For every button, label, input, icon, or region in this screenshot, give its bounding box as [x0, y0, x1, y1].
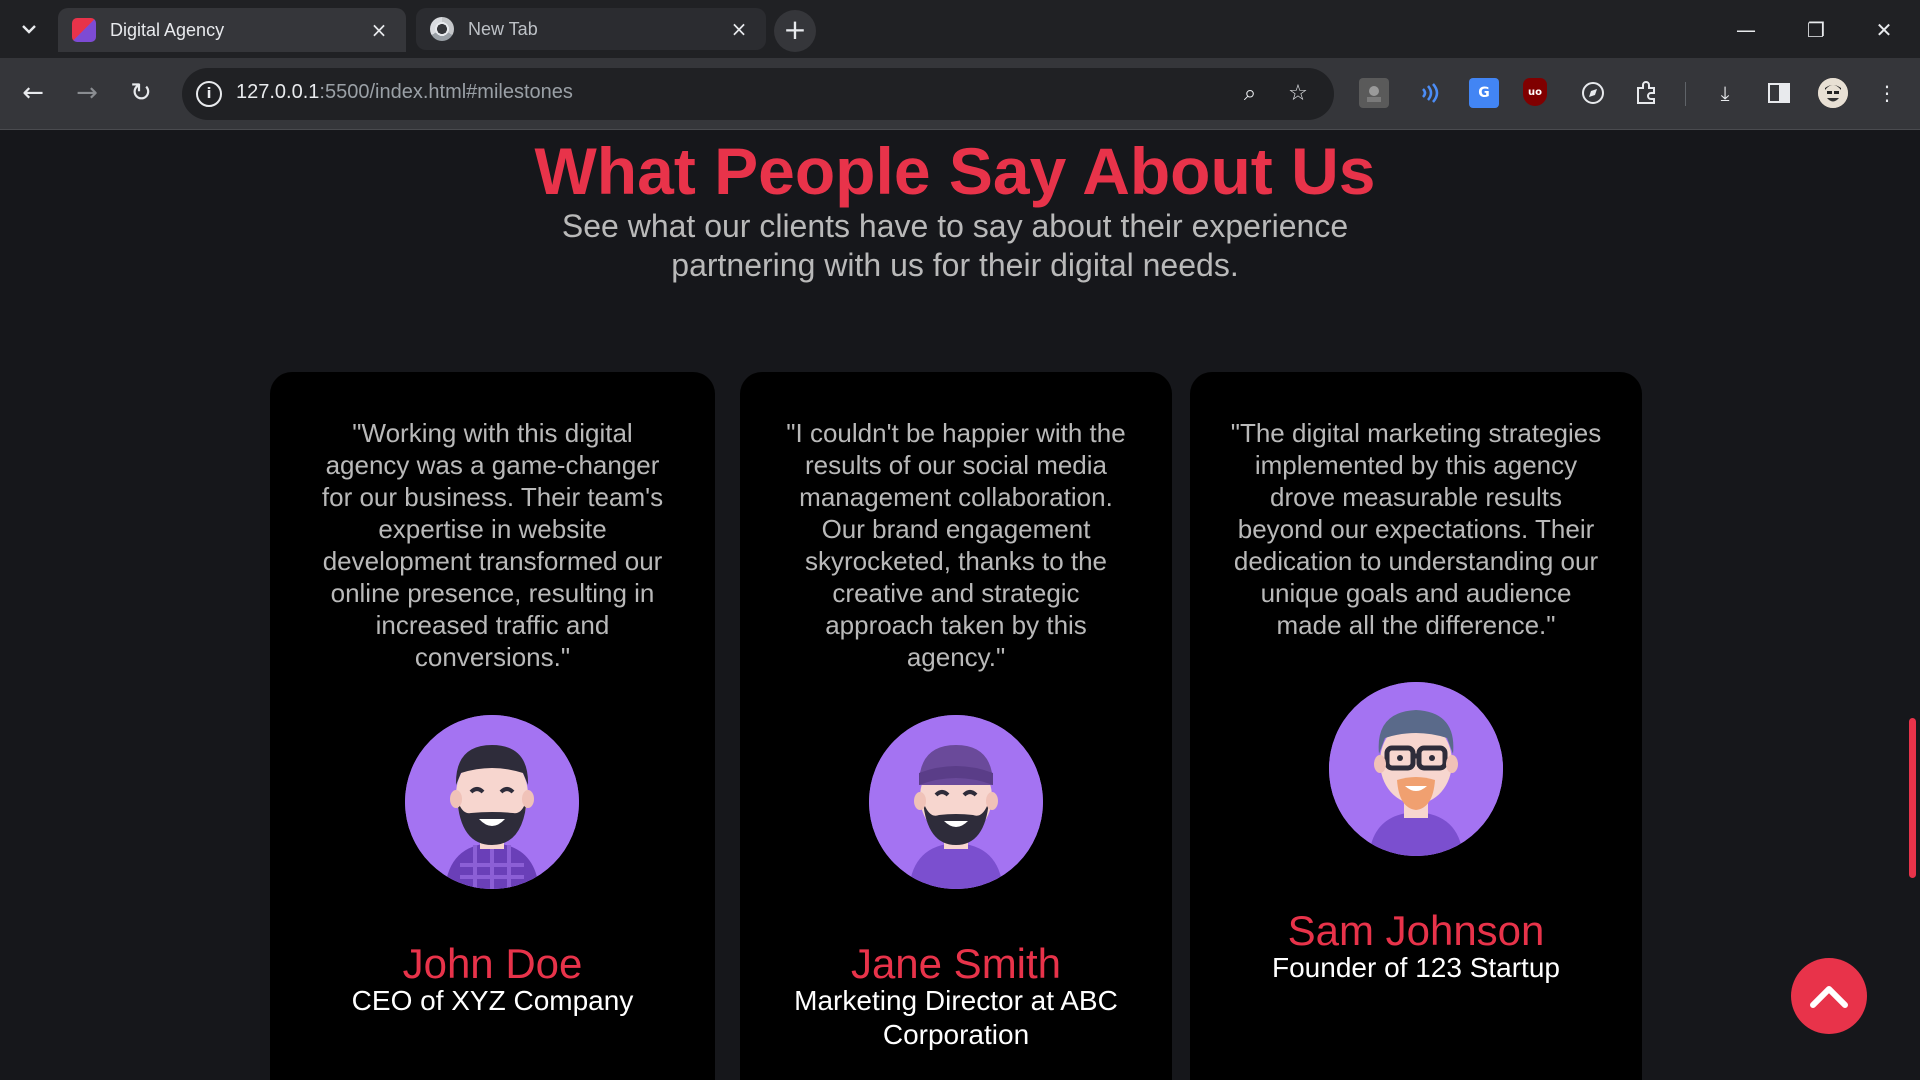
section-title: What People Say About Us [534, 134, 1376, 208]
wifi-signal-icon[interactable] [1414, 78, 1444, 108]
close-tab-icon[interactable]: × [726, 17, 752, 41]
page-scrollbar-thumb[interactable] [1909, 718, 1916, 878]
avatar-bearded-man [405, 715, 579, 889]
testimonial-quote: "I couldn't be happier with the results … [786, 418, 1126, 672]
tab-new-tab[interactable]: New Tab × [416, 8, 766, 50]
chrome-favicon-icon [430, 17, 454, 41]
person-name: Jane Smith [850, 940, 1062, 987]
download-icon[interactable]: ⤓ [1710, 78, 1740, 108]
close-tab-icon[interactable]: × [366, 18, 392, 42]
tab-title: New Tab [468, 18, 538, 39]
restore-icon[interactable]: ❐ [1794, 10, 1838, 50]
person-role: CEO of XYZ Company [351, 985, 634, 1016]
person-role: Marketing Director at ABC Corporation [794, 985, 1118, 1050]
chevron-up-icon [1810, 986, 1848, 1008]
tab-strip: Digital Agency × New Tab × + — ❐ ✕ [0, 0, 1920, 58]
testimonials-section: What People Say About Us See what our cl… [0, 131, 1920, 1080]
address-bar[interactable]: i 127.0.0.1:5500/index.html#milestones ⌕… [182, 68, 1334, 120]
tab-title: Digital Agency [110, 19, 225, 40]
person-name: John Doe [402, 940, 583, 987]
extensions-puzzle-icon[interactable] [1632, 78, 1662, 108]
avatar-glasses-man [1329, 682, 1503, 856]
profile-avatar-icon[interactable] [1818, 78, 1848, 108]
agency-favicon-icon [72, 18, 96, 42]
avatar-beanie-man [869, 715, 1043, 889]
person-name: Sam Johnson [1287, 907, 1545, 954]
side-panel-icon[interactable] [1764, 78, 1794, 108]
browser-menu-icon[interactable]: ⋮ [1872, 78, 1902, 108]
zoom-icon[interactable]: ⌕ [1236, 80, 1264, 108]
reload-icon[interactable]: ↻ [120, 72, 162, 114]
ublock-icon[interactable]: uo [1523, 78, 1547, 106]
testimonial-quote: "The digital marketing strategies implem… [1230, 418, 1602, 640]
url-host: 127.0.0.1 [236, 81, 320, 103]
url-path: :5500/index.html#milestones [319, 81, 573, 103]
extension-dark-icon[interactable] [1359, 78, 1389, 108]
new-tab-button[interactable]: + [774, 10, 816, 52]
person-role: Founder of 123 Startup [1272, 952, 1560, 983]
testimonial-card-jane-smith: "I couldn't be happier with the results … [740, 372, 1172, 1080]
compass-icon[interactable] [1578, 78, 1608, 108]
minimize-icon[interactable]: — [1724, 10, 1768, 50]
section-subtitle: See what our clients have to say about t… [561, 208, 1349, 283]
scroll-to-top-button[interactable] [1791, 958, 1867, 1034]
translate-icon[interactable]: G [1469, 78, 1499, 108]
back-arrow-icon[interactable]: ← [12, 72, 54, 114]
toolbar-divider [1685, 82, 1686, 106]
testimonial-card-sam-johnson: "The digital marketing strategies implem… [1190, 372, 1642, 1080]
tab-digital-agency[interactable]: Digital Agency × [58, 8, 406, 52]
window-close-icon[interactable]: ✕ [1862, 10, 1906, 50]
bookmark-star-icon[interactable]: ☆ [1284, 80, 1312, 108]
testimonial-card-john-doe: "Working with this digital agency was a … [270, 372, 715, 1080]
site-info-icon[interactable]: i [196, 81, 222, 107]
forward-arrow-icon[interactable]: → [66, 72, 108, 114]
testimonial-quote: "Working with this digital agency was a … [321, 418, 664, 672]
tab-search-chevron-icon[interactable] [16, 16, 42, 42]
url-text[interactable]: 127.0.0.1:5500/index.html#milestones [236, 81, 573, 104]
